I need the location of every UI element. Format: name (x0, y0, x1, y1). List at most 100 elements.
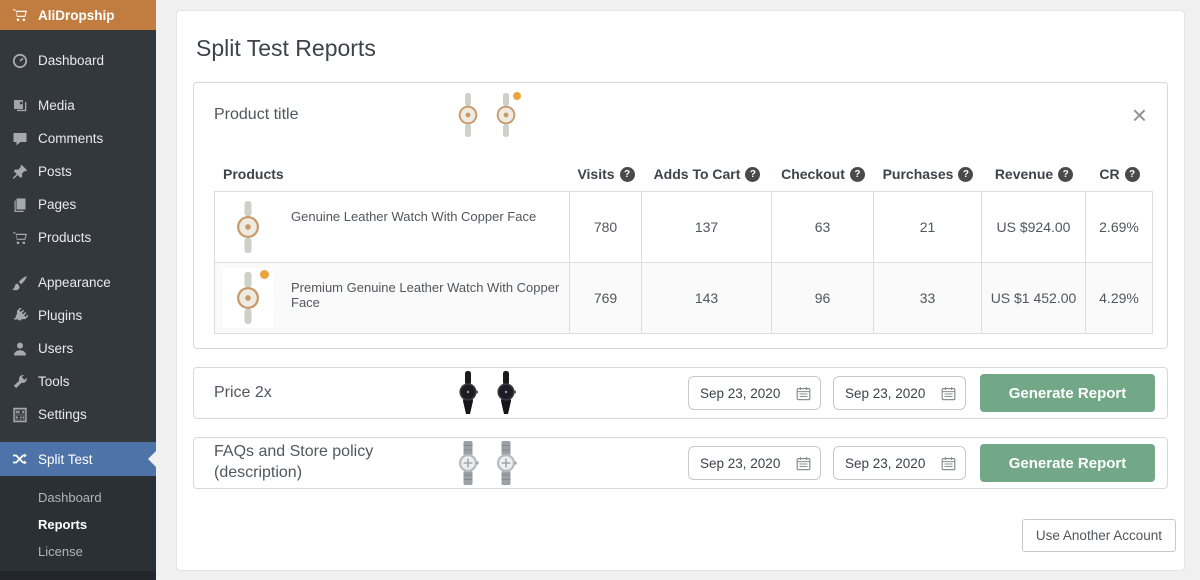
date-value: Sep 23, 2020 (845, 456, 925, 471)
sidebar-item-label: Dashboard (38, 53, 104, 68)
cart-icon (11, 7, 28, 24)
cr-cell: 4.29% (1085, 263, 1152, 333)
sidebar-item-label: Pages (38, 197, 76, 212)
page-title: Split Test Reports (196, 35, 1168, 62)
product-name: Genuine Leather Watch With Copper Face (291, 197, 536, 224)
watch-leather-thumbnail-icon (457, 93, 479, 137)
media-icon (11, 97, 28, 114)
table-row: Genuine Leather Watch With Copper Face 7… (215, 192, 1152, 262)
test-thumbnails (457, 93, 517, 137)
watch-leather-premium-thumbnail-icon (495, 93, 517, 137)
sidebar-item-plugins[interactable]: Plugins (0, 299, 156, 332)
paintbrush-icon (11, 274, 28, 291)
sidebar-item-tools[interactable]: Tools (0, 365, 156, 398)
column-label: CR (1099, 166, 1119, 182)
watch-leather-thumbnail-icon (223, 197, 273, 257)
sidebar-footer-strip (0, 571, 156, 580)
user-icon (11, 340, 28, 357)
watch-black-thumbnail-icon (457, 371, 479, 415)
sidebar-item-comments[interactable]: Comments (0, 122, 156, 155)
revenue-cell: US $1 452.00 (981, 263, 1085, 333)
premium-badge (259, 269, 270, 280)
shuffle-icon (11, 451, 28, 468)
main-content: Split Test Reports Product title × (156, 0, 1200, 580)
calendar-icon (796, 386, 811, 401)
date-to-input[interactable]: Sep 23, 2020 (833, 446, 966, 480)
product-cell: Genuine Leather Watch With Copper Face (215, 192, 569, 262)
footer-actions: Use Another Account (193, 519, 1176, 552)
generate-report-button[interactable]: Generate Report (980, 374, 1155, 412)
cr-cell: 2.69% (1085, 192, 1152, 262)
date-to-input[interactable]: Sep 23, 2020 (833, 376, 966, 410)
sidebar-item-split-test[interactable]: Split Test (0, 442, 156, 476)
split-test-submenu: Dashboard Reports License (0, 476, 156, 575)
dashboard-gauge-icon (11, 52, 28, 69)
help-icon[interactable]: ? (1058, 167, 1073, 182)
column-header-checkout: Checkout ? (772, 157, 874, 191)
help-icon[interactable]: ? (958, 167, 973, 182)
test-title: Product title (214, 105, 457, 126)
submenu-item-license[interactable]: License (0, 538, 156, 565)
sidebar-item-media[interactable]: Media (0, 89, 156, 122)
column-label: Revenue (995, 166, 1053, 182)
page-card: Split Test Reports Product title × (176, 10, 1185, 571)
help-icon[interactable]: ? (1125, 167, 1140, 182)
test-row-price-2x: Price 2x Sep 23, 2020 Sep 23, 2020 (193, 367, 1168, 419)
sidebar-item-label: Comments (38, 131, 103, 146)
sidebar-item-appearance[interactable]: Appearance (0, 266, 156, 299)
column-header-cr: CR ? (1086, 157, 1153, 191)
calendar-icon (941, 456, 956, 471)
use-another-account-button[interactable]: Use Another Account (1022, 519, 1176, 552)
report-table-body: Genuine Leather Watch With Copper Face 7… (214, 191, 1153, 334)
sidebar-item-label: Plugins (38, 308, 82, 323)
pages-icon (11, 196, 28, 213)
sidebar-item-label: Posts (38, 164, 72, 179)
sidebar-item-settings[interactable]: Settings (0, 398, 156, 431)
report-card-header: Product title × (214, 83, 1153, 143)
sidebar-brand[interactable]: AliDropship (0, 0, 156, 30)
watch-black-thumbnail-icon (495, 371, 517, 415)
sidebar-item-pages[interactable]: Pages (0, 188, 156, 221)
submenu-item-dashboard[interactable]: Dashboard (0, 484, 156, 511)
help-icon[interactable]: ? (620, 167, 635, 182)
report-card-product-title: Product title × Products (193, 82, 1168, 349)
date-value: Sep 23, 2020 (845, 386, 925, 401)
revenue-cell: US $924.00 (981, 192, 1085, 262)
settings-sliders-icon (11, 406, 28, 423)
help-icon[interactable]: ? (850, 167, 865, 182)
sidebar-item-users[interactable]: Users (0, 332, 156, 365)
calendar-icon (941, 386, 956, 401)
watch-steel-thumbnail-icon (457, 441, 479, 485)
sidebar-item-posts[interactable]: Posts (0, 155, 156, 188)
submenu-item-reports[interactable]: Reports (0, 511, 156, 538)
sidebar-item-label: Media (38, 98, 75, 113)
plug-icon (11, 307, 28, 324)
sidebar-item-label: Tools (38, 374, 70, 389)
calendar-icon (796, 456, 811, 471)
visits-cell: 780 (569, 192, 641, 262)
test-thumbnails (457, 371, 517, 415)
date-value: Sep 23, 2020 (700, 386, 780, 401)
sidebar-item-label: Products (38, 230, 91, 245)
generate-report-button[interactable]: Generate Report (980, 444, 1155, 482)
wrench-icon (11, 373, 28, 390)
date-from-input[interactable]: Sep 23, 2020 (688, 376, 821, 410)
premium-badge (512, 91, 522, 101)
brand-label: AliDropship (38, 8, 115, 23)
column-label: Purchases (883, 166, 954, 182)
sidebar-item-label: Settings (38, 407, 87, 422)
column-header-revenue: Revenue ? (982, 157, 1086, 191)
sidebar-item-products[interactable]: Products (0, 221, 156, 254)
adds-to-cart-cell: 137 (641, 192, 771, 262)
help-icon[interactable]: ? (745, 167, 760, 182)
test-thumbnails (457, 441, 517, 485)
column-header-visits: Visits ? (570, 157, 642, 191)
column-header-purchases: Purchases ? (874, 157, 982, 191)
table-row: Premium Genuine Leather Watch With Coppe… (215, 262, 1152, 333)
close-icon[interactable]: × (1126, 102, 1153, 128)
date-from-input[interactable]: Sep 23, 2020 (688, 446, 821, 480)
date-value: Sep 23, 2020 (700, 456, 780, 471)
column-label: Products (223, 166, 284, 182)
sidebar-item-dashboard[interactable]: Dashboard (0, 44, 156, 77)
test-row-faqs-store-policy: FAQs and Store policy (description) Sep … (193, 437, 1168, 489)
